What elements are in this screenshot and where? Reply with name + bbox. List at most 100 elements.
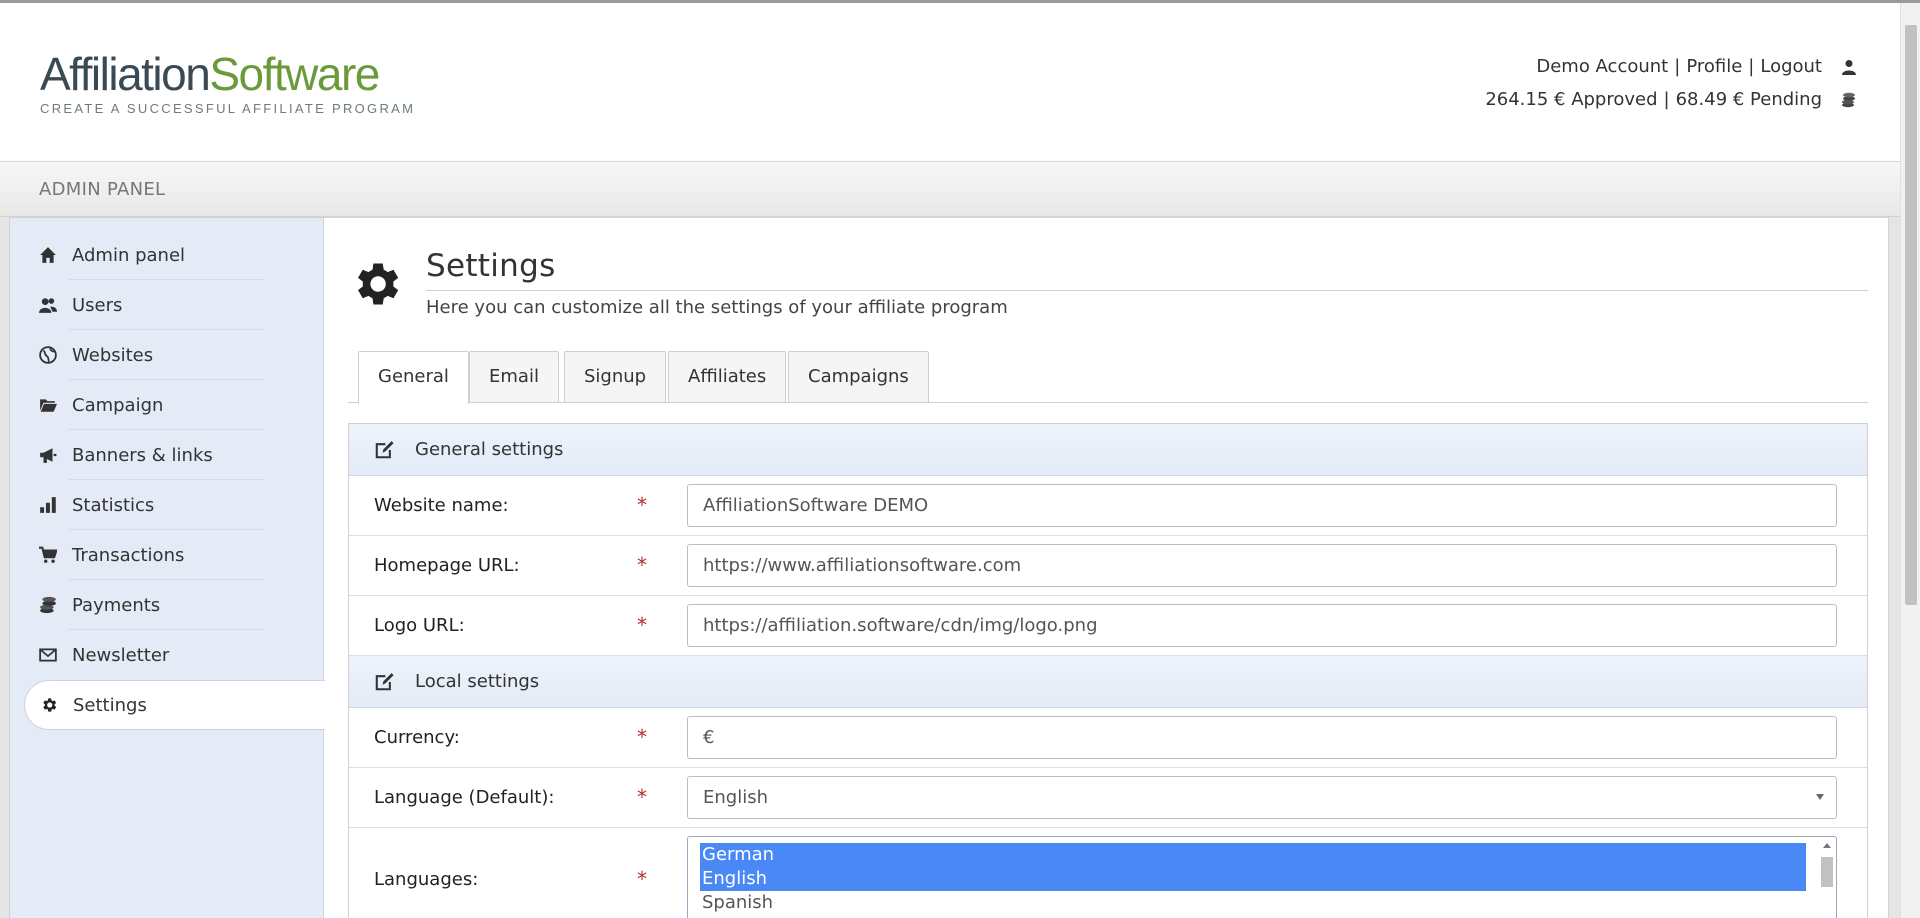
sidebar-item-label: Websites [72, 344, 154, 366]
separator: | [1674, 56, 1681, 77]
users-icon [38, 295, 58, 315]
admin-panel: ADMIN PANEL Admin panel Users Websites C… [0, 161, 1900, 918]
logo-url-input[interactable] [687, 604, 1837, 647]
field-label: Currency: [374, 727, 460, 748]
scroll-up-icon[interactable] [1823, 843, 1831, 848]
field-row-logo-url: Logo URL: * [349, 596, 1867, 656]
envelope-icon [38, 645, 58, 665]
required-mark: * [637, 493, 647, 517]
megaphone-icon [38, 445, 58, 465]
page-scrollbar[interactable] [1900, 3, 1920, 918]
account-area: Demo Account | Profile | Logout 264.15 €… [1485, 50, 1860, 116]
account-name-link[interactable]: Demo Account [1536, 50, 1668, 83]
sidebar-item-users[interactable]: Users [24, 280, 324, 330]
tab-general[interactable]: General [358, 351, 469, 404]
page-title: Settings [426, 248, 556, 284]
scroll-thumb[interactable] [1905, 25, 1917, 605]
sidebar-item-label: Transactions [72, 544, 185, 566]
separator: | [1663, 89, 1670, 110]
pending-balance: 68.49 € Pending [1675, 89, 1822, 110]
field-row-currency: Currency: * [349, 708, 1867, 768]
required-mark: * [637, 613, 647, 637]
sidebar-item-payments[interactable]: Payments [24, 580, 324, 630]
edit-icon [373, 439, 395, 461]
select-value: English [703, 787, 768, 808]
user-icon [1838, 56, 1860, 78]
gear-icon [39, 695, 59, 715]
home-icon [38, 245, 58, 265]
sidebar-item-label: Newsletter [72, 644, 170, 666]
chevron-down-icon [1816, 794, 1824, 800]
scroll-thumb[interactable] [1821, 857, 1833, 887]
panel-body: Admin panel Users Websites Campaign Bann [9, 217, 1889, 918]
cart-icon [38, 545, 58, 565]
settings-form: General settings Website name: * Homepag… [348, 423, 1868, 918]
required-mark: * [637, 725, 647, 749]
sidebar-item-label: Users [72, 294, 123, 316]
homepage-url-input[interactable] [687, 544, 1837, 587]
sidebar-item-banners-links[interactable]: Banners & links [24, 430, 324, 480]
sidebar-item-newsletter[interactable]: Newsletter [24, 630, 324, 680]
folder-icon [38, 395, 58, 415]
sidebar-item-label: Campaign [72, 394, 164, 416]
sidebar-item-websites[interactable]: Websites [24, 330, 324, 380]
field-row-homepage-url: Homepage URL: * [349, 536, 1867, 596]
website-name-input[interactable] [687, 484, 1837, 527]
logo-text-part1: Affiliation [40, 48, 211, 100]
section-local-settings: Local settings [349, 656, 1867, 708]
sidebar-item-settings[interactable]: Settings [24, 680, 325, 730]
required-mark: * [637, 785, 647, 809]
field-label: Logo URL: [374, 615, 465, 636]
listbox-scrollbar[interactable] [1820, 841, 1834, 918]
field-row-language-default: Language (Default): * English [349, 768, 1867, 828]
main-content: Settings Here you can customize all the … [348, 218, 1868, 918]
separator: | [1748, 56, 1755, 77]
sidebar-item-admin-panel[interactable]: Admin panel [24, 230, 324, 280]
field-row-languages: Languages: * German English Spanish [349, 828, 1867, 918]
section-title: General settings [415, 439, 564, 460]
tab-signup[interactable]: Signup [564, 351, 667, 402]
language-option[interactable]: English [700, 867, 1806, 891]
brand-logo[interactable]: AffiliationSoftware CREATE A SUCCESSFUL … [40, 51, 415, 116]
section-general-settings: General settings [349, 424, 1867, 476]
section-title: Local settings [415, 671, 540, 692]
site-header: AffiliationSoftware CREATE A SUCCESSFUL … [0, 3, 1900, 161]
required-mark: * [637, 553, 647, 577]
language-default-select[interactable]: English [687, 776, 1837, 819]
tab-affiliates[interactable]: Affiliates [668, 351, 787, 402]
sidebar-item-label: Admin panel [72, 244, 186, 266]
logo-tagline: CREATE A SUCCESSFUL AFFILIATE PROGRAM [40, 101, 416, 116]
tab-email[interactable]: Email [469, 351, 559, 402]
field-row-website-name: Website name: * [349, 476, 1867, 536]
language-option[interactable]: German [700, 843, 1806, 867]
sidebar-item-transactions[interactable]: Transactions [24, 530, 324, 580]
page-subtitle: Here you can customize all the settings … [426, 297, 1008, 318]
logout-link[interactable]: Logout [1760, 50, 1822, 83]
edit-icon [373, 671, 395, 693]
field-label: Language (Default): [374, 787, 555, 808]
sidebar-item-statistics[interactable]: Statistics [24, 480, 324, 530]
languages-multiselect[interactable]: German English Spanish [687, 836, 1837, 918]
field-label: Homepage URL: [374, 555, 520, 576]
sidebar: Admin panel Users Websites Campaign Bann [10, 218, 325, 918]
logo-text-part2: Software [209, 48, 380, 100]
settings-tabs: General Email Signup Affiliates Campaign… [348, 351, 1868, 404]
globe-icon [38, 345, 58, 365]
panel-title: ADMIN PANEL [0, 162, 1900, 217]
profile-link[interactable]: Profile [1686, 50, 1742, 83]
required-mark: * [637, 867, 647, 891]
language-option[interactable]: Spanish [700, 891, 1806, 915]
sidebar-item-campaign[interactable]: Campaign [24, 380, 324, 430]
bar-chart-icon [38, 495, 58, 515]
tab-campaigns[interactable]: Campaigns [788, 351, 929, 402]
currency-input[interactable] [687, 716, 1837, 759]
coins-icon [38, 595, 58, 615]
field-label: Languages: [374, 869, 479, 890]
sidebar-item-label: Banners & links [72, 444, 213, 466]
coins-icon [1838, 89, 1860, 111]
gear-icon [348, 256, 404, 312]
field-label: Website name: [374, 495, 509, 516]
sidebar-item-label: Payments [72, 594, 161, 616]
approved-balance: 264.15 € Approved [1485, 89, 1658, 110]
title-divider [426, 290, 1868, 291]
